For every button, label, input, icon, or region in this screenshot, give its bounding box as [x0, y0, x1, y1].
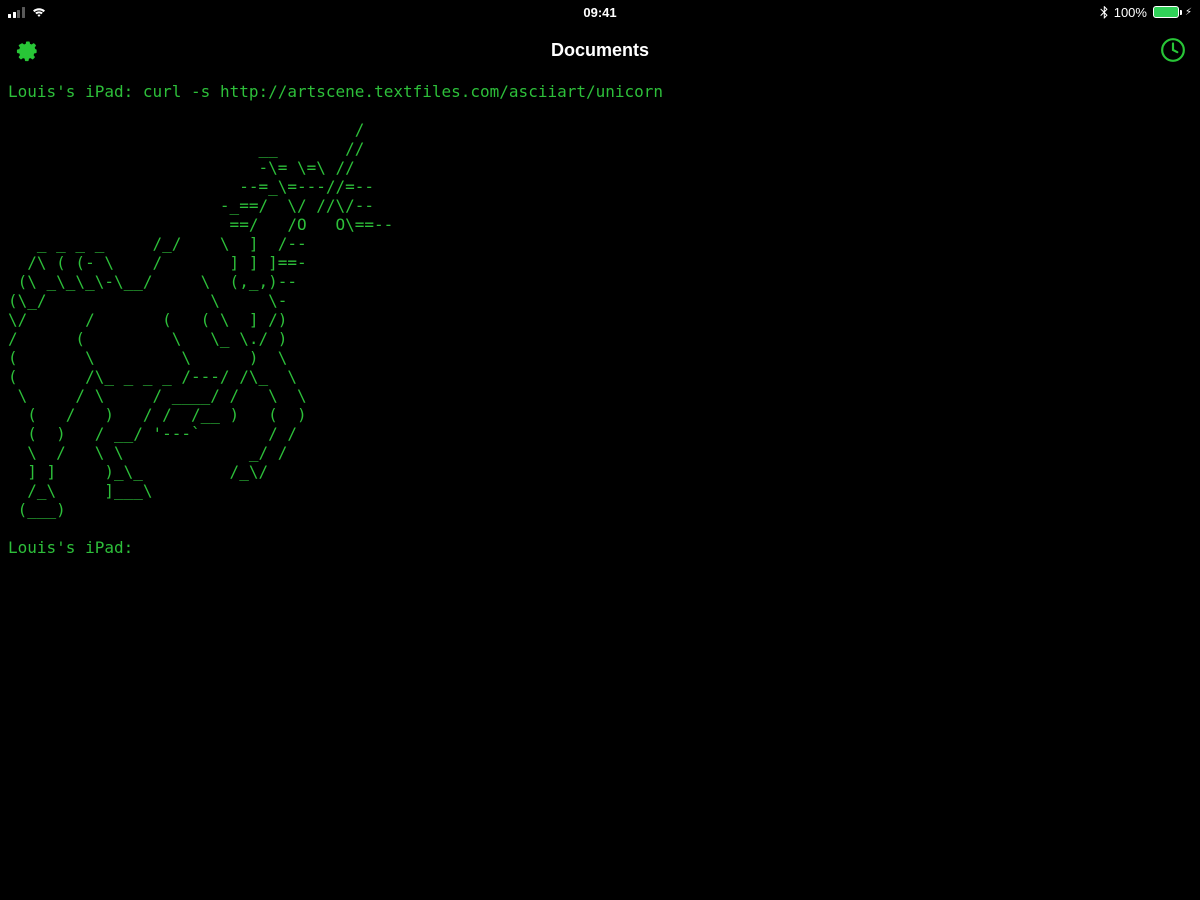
- settings-button[interactable]: [0, 24, 54, 76]
- nav-bar: Documents: [0, 24, 1200, 76]
- status-left: [8, 0, 47, 24]
- clock-icon: [1160, 37, 1186, 63]
- command-line: Louis's iPad: curl -s http://artscene.te…: [8, 82, 1192, 101]
- status-time: 09:41: [8, 5, 1192, 20]
- prompt-label: Louis's iPad:: [8, 82, 133, 101]
- prompt-label: Louis's iPad:: [8, 538, 133, 557]
- battery-icon: [1153, 6, 1179, 18]
- charging-icon: ⚡︎: [1185, 7, 1192, 18]
- battery-percentage: 100%: [1114, 5, 1147, 20]
- status-right: 100% ⚡︎: [1100, 0, 1192, 24]
- cellular-signal-icon: [8, 7, 25, 18]
- terminal-output: / __ // -\= \=\ // --=_\=---//=-- -_==/ …: [8, 120, 393, 519]
- page-title: Documents: [551, 40, 649, 61]
- command-text: curl -s http://artscene.textfiles.com/as…: [143, 82, 663, 101]
- wifi-icon: [31, 6, 47, 18]
- bluetooth-icon: [1100, 6, 1108, 19]
- gear-icon: [14, 37, 40, 63]
- status-bar: 09:41 100% ⚡︎: [0, 0, 1200, 24]
- history-button[interactable]: [1146, 24, 1200, 76]
- terminal-area[interactable]: Louis's iPad: curl -s http://artscene.te…: [0, 76, 1200, 563]
- prompt-line[interactable]: Louis's iPad:: [8, 538, 1192, 557]
